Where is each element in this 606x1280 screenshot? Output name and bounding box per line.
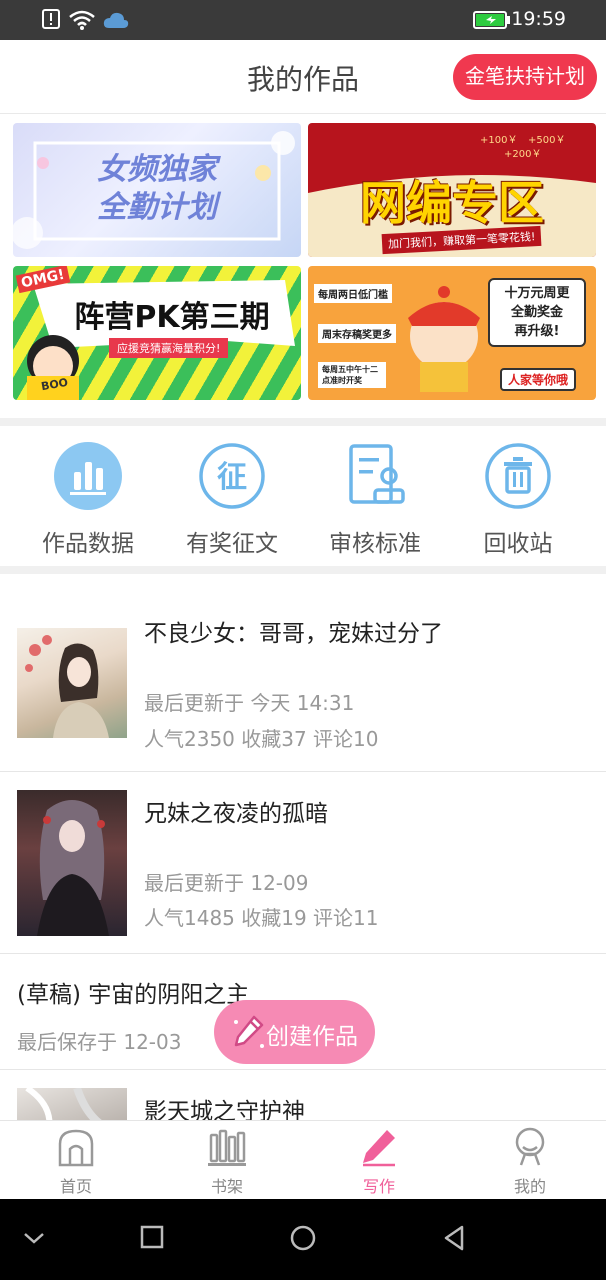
bottom-tab-bar: 首页 书架 写作 我的 — [0, 1120, 606, 1199]
work-cover — [17, 1088, 127, 1120]
work-item[interactable]: 不良少女：哥哥，宠妹过分了 最后更新于 今天 14:31 人气2350 收藏37… — [0, 574, 606, 772]
works-data-entry[interactable]: 作品数据 — [18, 442, 158, 558]
works-data-label: 作品数据 — [42, 531, 134, 557]
tab-writing-label: 写作 — [362, 1177, 395, 1196]
work-title: 不良少女：哥哥，宠妹过分了 — [144, 621, 443, 647]
tab-bookshelf[interactable]: 书架 — [177, 1127, 277, 1197]
tab-writing[interactable]: 写作 — [329, 1127, 429, 1197]
recycle-bin-label: 回收站 — [483, 531, 553, 557]
work-save-time: 最后保存于 12-03 — [17, 1030, 182, 1054]
review-standard-entry[interactable]: 审核标准 — [305, 442, 445, 558]
work-title: 影天城之守护神 — [144, 1099, 305, 1120]
work-update-time: 最后更新于 今天 14:31 — [144, 691, 355, 715]
work-stats: 人气2350 收藏37 评论10 — [144, 727, 379, 751]
weekly-reward-box: 十万元周更 全勤奖金 再升级! — [488, 278, 586, 347]
contest-icon: 征 — [199, 443, 265, 509]
banner-web-editor[interactable]: +100￥ +500￥ +200￥ 网编专区 加门我们，赚取第一笔零花钱! — [308, 123, 596, 257]
tab-home-label: 首页 — [59, 1177, 92, 1196]
cloud-icon — [103, 12, 129, 28]
bookshelf-icon — [208, 1129, 246, 1166]
banner-camp-pk[interactable]: OMG! BOO 阵营PK第三期 应援竞猜赢海量积分! — [13, 266, 301, 400]
recycle-bin-entry[interactable]: 回收站 — [448, 442, 588, 558]
review-standard-label: 审核标准 — [329, 531, 421, 557]
trash-icon — [485, 443, 551, 509]
weekly-right-2: 全勤奖金 — [510, 305, 563, 320]
work-stats: 人气1485 收藏19 评论11 — [144, 906, 379, 930]
banner-web-editor-text: 网编专区 — [360, 176, 544, 230]
section-divider — [0, 566, 606, 574]
alert-icon — [42, 9, 60, 29]
clock: 19:59 — [511, 8, 566, 30]
banner-weekly-reward[interactable]: 每周两日低门槛 周末存稿奖更多 每周五中午十二点准时开奖 十万元周更 全勤奖金 … — [308, 266, 596, 400]
tab-bookshelf-label: 书架 — [210, 1177, 243, 1196]
create-work-label: 创建作品 — [266, 1023, 358, 1049]
work-title: (草稿) 宇宙的阴阳之主 — [17, 982, 250, 1008]
work-item[interactable]: 兄妹之夜凌的孤暗 最后更新于 12-09 人气1485 收藏19 评论11 — [0, 772, 606, 954]
status-bar: 19:59 — [0, 0, 606, 40]
weekly-right-1: 十万元周更 — [504, 286, 570, 301]
bonus-3: +200￥ — [504, 149, 542, 160]
contest-entry[interactable]: 征 有奖征文 — [162, 442, 302, 558]
wifi-icon — [69, 10, 95, 30]
recent-apps-button[interactable] — [140, 1225, 164, 1249]
tab-home[interactable]: 首页 — [26, 1127, 126, 1197]
bonus-1: +100￥ — [480, 135, 518, 146]
weekly-line-2: 周末存稿奖更多 — [318, 324, 396, 343]
work-cover — [17, 790, 127, 936]
review-standard-icon — [349, 444, 405, 504]
home-icon — [58, 1129, 94, 1167]
chevron-down-icon[interactable] — [22, 1229, 46, 1247]
profile-icon — [515, 1127, 545, 1166]
system-navigation-bar — [0, 1199, 606, 1280]
work-item[interactable]: 影天城之守护神 — [0, 1070, 606, 1120]
banner-female-exclusive-text: 女频独家 全勤计划 — [97, 152, 217, 225]
back-button[interactable] — [442, 1225, 466, 1251]
golden-pen-plan-button[interactable]: 金笔扶持计划 — [453, 54, 597, 100]
svg-text:征: 征 — [217, 460, 247, 495]
weekly-bottom: 人家等你哦 — [500, 368, 577, 391]
work-update-time: 最后更新于 12-09 — [144, 871, 309, 895]
tab-profile-label: 我的 — [513, 1177, 546, 1196]
weekly-right-3: 再升级! — [514, 324, 560, 339]
bar-chart-icon — [54, 442, 122, 510]
contest-label: 有奖征文 — [186, 531, 278, 557]
work-title: 兄妹之夜凌的孤暗 — [144, 801, 328, 827]
banner-grid: 女频独家 全勤计划 +100￥ +500￥ +200￥ 网编专区 加门我们，赚取… — [0, 114, 606, 418]
work-cover — [17, 628, 127, 738]
tab-profile[interactable]: 我的 — [480, 1127, 580, 1197]
banner-camp-pk-sub: 应援竞猜赢海量积分! — [109, 338, 229, 358]
home-button[interactable] — [290, 1225, 316, 1251]
pen-icon — [363, 1130, 395, 1167]
top-bar: 我的作品 金笔扶持计划 — [0, 40, 606, 114]
weekly-line-1: 每周两日低门槛 — [314, 284, 392, 303]
quick-entry-bar: 作品数据 征 有奖征文 审核标准 回收站 — [0, 426, 606, 566]
banner-female-exclusive[interactable]: 女频独家 全勤计划 — [13, 123, 301, 257]
battery-icon — [473, 11, 510, 29]
pencil-icon — [234, 1015, 264, 1048]
create-work-button[interactable]: 创建作品 — [214, 1000, 375, 1064]
weekly-line-3: 每周五中午十二点准时开奖 — [318, 362, 386, 388]
banner-camp-pk-text: 阵营PK第三期 — [74, 300, 270, 335]
bonus-2: +500￥ — [528, 135, 566, 146]
section-divider — [0, 418, 606, 426]
